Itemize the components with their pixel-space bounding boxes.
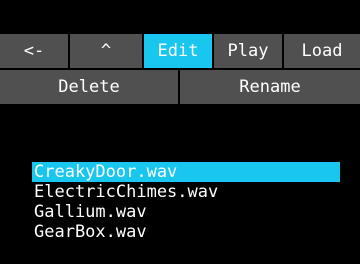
screen: <- ^ Edit Play Load Delete Rename Creaky… xyxy=(0,0,360,264)
file-item-label: ElectricChimes.wav xyxy=(34,182,219,202)
file-item-electricchimes[interactable]: ElectricChimes.wav xyxy=(32,182,340,202)
file-list: CreakyDoor.wav ElectricChimes.wav Galliu… xyxy=(32,162,340,242)
file-item-label: GearBox.wav xyxy=(34,222,147,242)
toolbar: <- ^ Edit Play Load xyxy=(0,34,360,68)
up-directory-button-label: ^ xyxy=(100,41,112,61)
tab-play[interactable]: Play xyxy=(214,34,284,68)
tab-load-label: Load xyxy=(301,41,343,61)
tab-play-label: Play xyxy=(227,41,269,61)
tab-edit[interactable]: Edit xyxy=(144,34,214,68)
tab-load[interactable]: Load xyxy=(284,34,360,68)
file-item-gearbox[interactable]: GearBox.wav xyxy=(32,222,340,242)
delete-button-label: Delete xyxy=(58,77,120,97)
back-button[interactable]: <- xyxy=(0,34,70,68)
file-item-label: Gallium.wav xyxy=(34,202,147,222)
up-directory-button[interactable]: ^ xyxy=(70,34,144,68)
action-bar: Delete Rename xyxy=(0,70,360,104)
back-button-label: <- xyxy=(23,41,45,61)
delete-button[interactable]: Delete xyxy=(0,70,180,104)
rename-button-label: Rename xyxy=(239,77,301,97)
file-item-creakydoor[interactable]: CreakyDoor.wav xyxy=(32,162,340,182)
rename-button[interactable]: Rename xyxy=(180,70,360,104)
tab-edit-label: Edit xyxy=(157,41,199,61)
file-item-gallium[interactable]: Gallium.wav xyxy=(32,202,340,222)
file-item-label: CreakyDoor.wav xyxy=(34,162,178,182)
